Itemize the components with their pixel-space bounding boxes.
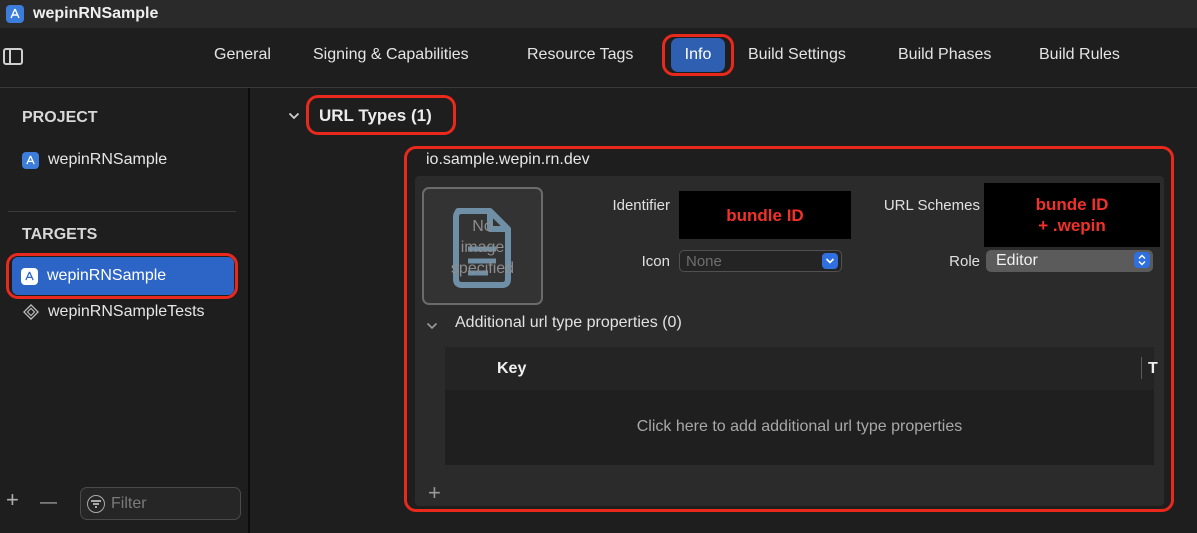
role-label: Role [949,253,980,270]
filter-icon [87,494,105,513]
identifier-label: Identifier [612,197,670,214]
no-image-text: No image specified [450,218,515,277]
column-divider[interactable] [1141,357,1142,379]
role-select[interactable]: Editor [986,250,1153,272]
filter-input[interactable]: Filter [80,487,241,520]
tab-build-phases[interactable]: Build Phases [898,46,991,64]
editor-tab-bar: General Signing & Capabilities Resource … [0,28,1197,88]
puzzle-icon [23,304,39,320]
window-title: wepinRNSample [33,5,159,22]
sidebar-item-project[interactable]: wepinRNSample [22,148,167,172]
title-bar: wepinRNSample [0,0,1197,28]
up-down-arrows-icon [1134,252,1150,268]
role-select-value: Editor [996,252,1038,269]
tab-build-rules[interactable]: Build Rules [1039,46,1120,64]
tab-signing-capabilities[interactable]: Signing & Capabilities [313,46,469,64]
url-schemes-field[interactable]: bunde ID + .wepin [984,183,1160,247]
icon-label: Icon [641,253,670,270]
sidebar-divider[interactable] [248,88,250,533]
app-icon [22,151,39,169]
sidebar-item-label: wepinRNSampleTests [48,303,205,320]
url-schemes-label: URL Schemes [883,197,980,214]
add-url-type-button[interactable]: + [428,482,441,504]
url-types-section-title[interactable]: URL Types (1) [319,106,432,126]
chevron-down-icon[interactable] [288,108,300,124]
icon-select-value: None [686,252,722,270]
targets-heading: TARGETS [22,226,98,243]
key-column-header[interactable]: Key [497,360,526,378]
type-column-header[interactable]: T [1148,360,1158,378]
sidebar-toggle-icon[interactable] [3,48,23,65]
tab-info[interactable]: Info [671,38,725,72]
tab-build-settings[interactable]: Build Settings [748,46,846,64]
tab-general[interactable]: General [214,46,271,64]
additional-properties-label[interactable]: Additional url type properties (0) [455,314,682,332]
identifier-field[interactable]: bundle ID [679,191,851,239]
sidebar-item-label: wepinRNSample [47,267,167,284]
chevron-down-icon [822,253,838,269]
project-heading: PROJECT [22,109,98,126]
table-empty-message[interactable]: Click here to add additional url type pr… [445,418,1154,436]
filter-placeholder: Filter [111,494,147,512]
table-header [445,347,1154,390]
app-icon [21,267,38,285]
app-icon [6,5,24,23]
remove-target-button[interactable]: — [40,493,57,510]
chevron-down-icon[interactable] [426,318,438,334]
sidebar-item-target-tests[interactable]: wepinRNSampleTests [22,300,205,324]
sidebar-item-label: wepinRNSample [48,151,168,168]
sidebar-separator [8,211,236,212]
url-type-entry-title: io.sample.wepin.rn.dev [426,151,590,168]
icon-select[interactable]: None [679,250,842,272]
add-target-button[interactable]: + [6,489,19,511]
tab-resource-tags[interactable]: Resource Tags [527,46,633,64]
sidebar-item-target-app[interactable]: wepinRNSample [12,257,234,295]
